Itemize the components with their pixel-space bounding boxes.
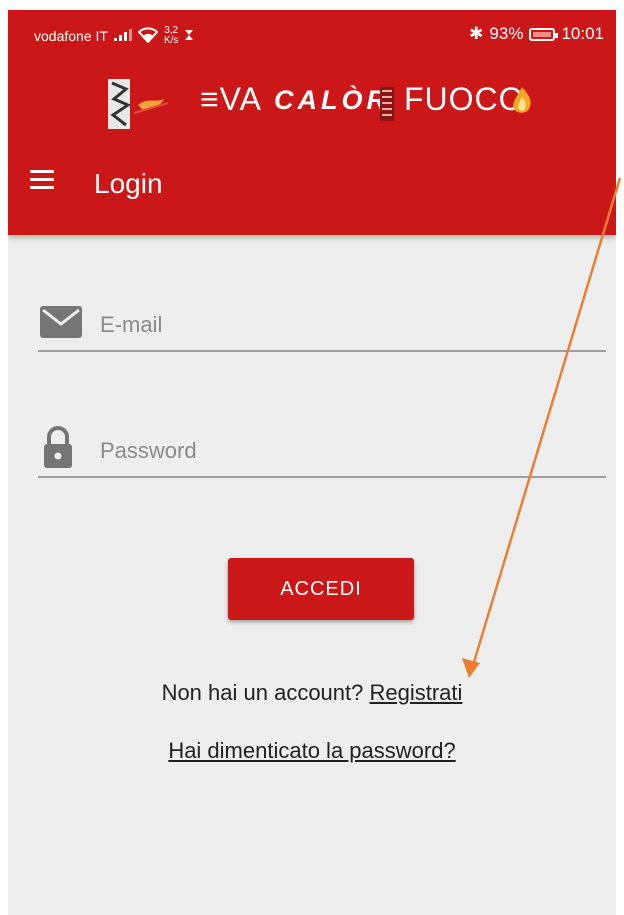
status-bar: vodafone IT 3,2 K/s ✱ 93% 10:01 [8,10,616,62]
forgot-password-row: Hai dimenticato la password? [8,738,616,764]
wifi-icon [137,26,159,46]
logo-eva-text: ≡VA [200,81,262,117]
password-input[interactable] [98,432,582,470]
logo-fuoco-text: FUOCO [404,81,525,117]
bluetooth-icon: ✱ [469,24,484,43]
forgot-password-link[interactable]: Hai dimenticato la password? [168,738,455,763]
logo-calor-text: CALÒR [274,85,390,115]
login-button[interactable]: ACCEDI [228,558,414,620]
lock-icon [42,426,74,473]
clock: 10:01 [561,24,604,43]
battery-icon [529,27,559,41]
status-right: ✱ 93% 10:01 [469,24,604,44]
status-left: vodafone IT 3,2 K/s [34,26,194,46]
password-field[interactable] [38,426,606,478]
decorative-figure-icon [108,79,169,129]
speed-unit: K/s [163,35,179,46]
network-speed: 3,2 K/s [164,26,178,46]
app-bar: vodafone IT 3,2 K/s ✱ 93% 10:01 ≡VA CALÒ… [8,10,616,235]
hamburger-menu-icon[interactable] [30,170,54,190]
no-account-text: Non hai un account? [161,680,370,705]
signal-icon [113,28,132,44]
page-title: Login [94,168,163,199]
register-prompt: Non hai un account? Registrati [8,680,616,706]
hourglass-icon [184,28,194,44]
carrier-label: vodafone IT [34,28,108,44]
app-screen: vodafone IT 3,2 K/s ✱ 93% 10:01 ≡VA CALÒ… [8,10,616,915]
flame-icon [513,87,531,113]
brand-logo: ≡VA CALÒR FUOCO [104,65,534,135]
divider-mark-icon [380,87,394,121]
register-link[interactable]: Registrati [370,680,463,705]
email-field[interactable] [38,300,606,352]
email-input[interactable] [98,306,582,344]
battery-percent: 93% [489,24,524,43]
mail-icon [40,306,82,343]
